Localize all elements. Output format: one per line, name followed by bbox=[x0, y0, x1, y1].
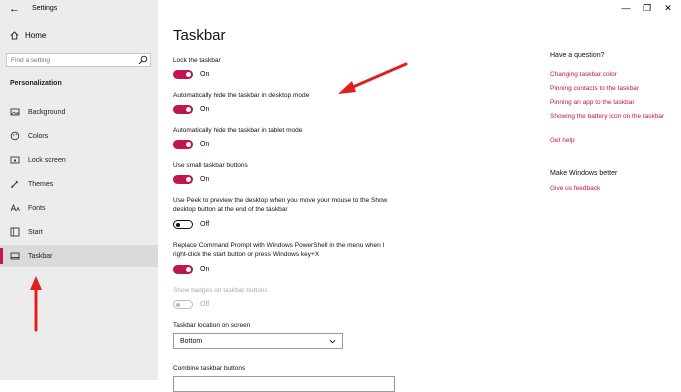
setting-label-badges: Show badges on taskbar buttons bbox=[173, 287, 268, 294]
sidebar-item-label: Start bbox=[28, 228, 43, 236]
sidebar-item-label: Taskbar bbox=[28, 252, 53, 260]
close-button[interactable]: ✕ bbox=[662, 3, 674, 14]
back-button[interactable]: ← bbox=[9, 3, 20, 15]
sidebar-item-themes[interactable]: Themes bbox=[0, 173, 158, 195]
sidebar-item-taskbar[interactable]: Taskbar bbox=[0, 245, 158, 267]
sidebar-item-start[interactable]: Start bbox=[0, 221, 158, 243]
home-link[interactable]: Home bbox=[10, 31, 46, 40]
toggle-switch[interactable] bbox=[173, 70, 193, 79]
font-icon bbox=[10, 203, 20, 212]
sidebar-item-label: Fonts bbox=[28, 204, 46, 212]
toggle-autohide-tablet[interactable]: On bbox=[173, 140, 209, 149]
toggle-powershell[interactable]: On bbox=[173, 265, 209, 274]
toggle-switch[interactable] bbox=[173, 220, 193, 229]
start-icon bbox=[10, 227, 20, 237]
toggle-state: On bbox=[200, 266, 210, 273]
sidebar-item-fonts[interactable]: Fonts bbox=[0, 197, 158, 219]
brush-icon bbox=[10, 180, 19, 189]
toggle-state: On bbox=[200, 176, 210, 183]
arrow-to-autohide-setting bbox=[338, 62, 408, 94]
setting-label-small-buttons: Use small taskbar buttons bbox=[173, 162, 248, 169]
setting-label-lock-taskbar: Lock the taskbar bbox=[173, 57, 221, 64]
page-title: Taskbar bbox=[173, 27, 226, 44]
help-link-pinning-contacts[interactable]: Pinning contacts to the taskbar bbox=[550, 84, 665, 93]
home-icon bbox=[10, 31, 19, 40]
minimize-button[interactable]: — bbox=[620, 3, 632, 13]
setting-label-autohide-desktop: Automatically hide the taskbar in deskto… bbox=[173, 92, 310, 99]
sidebar-item-label: Colors bbox=[28, 132, 49, 140]
toggle-lock-taskbar[interactable]: On bbox=[173, 70, 209, 79]
home-label: Home bbox=[25, 31, 47, 40]
toggle-state: On bbox=[200, 106, 210, 113]
maximize-button[interactable]: ❐ bbox=[641, 3, 653, 14]
help-link-taskbar-color[interactable]: Changing taskbar color bbox=[550, 70, 665, 79]
palette-icon bbox=[10, 131, 20, 141]
help-link-battery-icon[interactable]: Showing the battery icon on the taskbar bbox=[550, 112, 665, 121]
combine-label: Combine taskbar buttons bbox=[173, 365, 246, 372]
setting-label-autohide-tablet: Automatically hide the taskbar in tablet… bbox=[173, 127, 303, 134]
sidebar-item-label: Background bbox=[28, 108, 66, 116]
toggle-badges: Off bbox=[173, 300, 209, 309]
toggle-switch bbox=[173, 300, 193, 309]
window-title: Settings bbox=[32, 5, 58, 12]
toggle-switch[interactable] bbox=[173, 265, 193, 274]
toggle-state: Off bbox=[200, 301, 210, 308]
toggle-peek[interactable]: Off bbox=[173, 220, 209, 229]
help-link-pinning-app[interactable]: Pinning an app to the taskbar bbox=[550, 98, 665, 107]
toggle-state: Off bbox=[200, 221, 210, 228]
toggle-state: On bbox=[200, 141, 210, 148]
setting-label-peek: Use Peek to preview the desktop when you… bbox=[173, 197, 388, 213]
feedback-link[interactable]: Give us feedback bbox=[550, 184, 665, 193]
sidebar-item-colors[interactable]: Colors bbox=[0, 125, 158, 147]
help-heading: Have a question? bbox=[550, 52, 605, 59]
taskbar-location-dropdown[interactable]: Bottom bbox=[173, 333, 343, 349]
title-bar: ← Settings — ❐ ✕ bbox=[0, 0, 681, 18]
chevron-down-icon bbox=[329, 339, 336, 344]
taskbar-icon bbox=[10, 252, 20, 260]
combine-buttons-dropdown[interactable] bbox=[173, 376, 395, 392]
help-link-get-help[interactable]: Get help bbox=[550, 136, 665, 145]
sidebar-item-lock-screen[interactable]: Lock screen bbox=[0, 149, 158, 171]
sidebar-item-background[interactable]: Background bbox=[0, 101, 158, 123]
toggle-switch[interactable] bbox=[173, 175, 193, 184]
search-icon[interactable] bbox=[138, 55, 148, 65]
toggle-autohide-desktop[interactable]: On bbox=[173, 105, 209, 114]
search-input[interactable] bbox=[6, 53, 151, 67]
toggle-switch[interactable] bbox=[173, 105, 193, 114]
lock-screen-icon bbox=[10, 156, 20, 164]
setting-label-powershell: Replace Command Prompt with Windows Powe… bbox=[173, 242, 385, 258]
section-heading: Personalization bbox=[10, 80, 62, 87]
feedback-heading: Make Windows better bbox=[550, 170, 618, 177]
toggle-state: On bbox=[200, 71, 210, 78]
sidebar-item-label: Themes bbox=[28, 180, 54, 188]
toggle-switch[interactable] bbox=[173, 140, 193, 149]
sidebar-item-label: Lock screen bbox=[28, 156, 66, 164]
location-label: Taskbar location on screen bbox=[173, 322, 251, 329]
toggle-small-buttons[interactable]: On bbox=[173, 175, 209, 184]
dropdown-value: Bottom bbox=[180, 337, 203, 345]
picture-icon bbox=[10, 108, 20, 116]
